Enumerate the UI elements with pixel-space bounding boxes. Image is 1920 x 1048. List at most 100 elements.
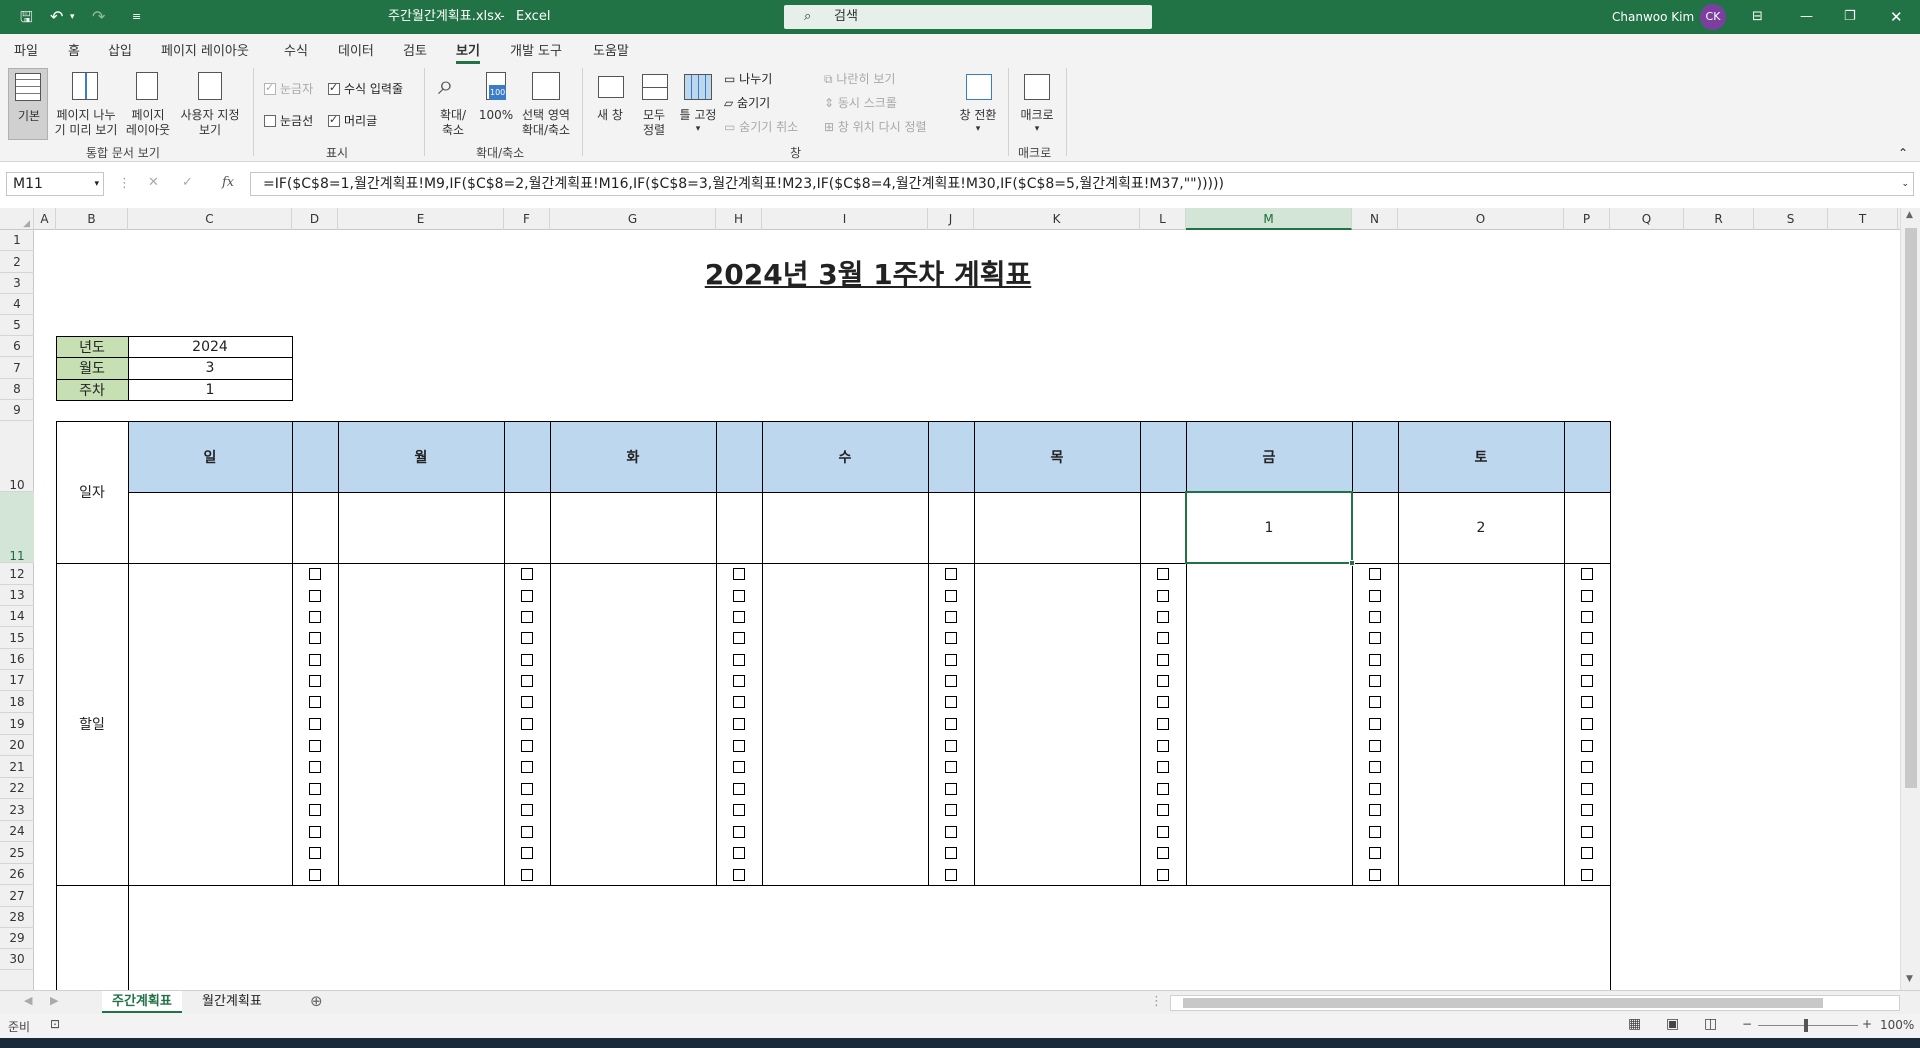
zoom-in-icon[interactable]: + [1862,1017,1872,1031]
minimize-icon[interactable]: — [1800,0,1813,34]
avatar[interactable]: CK [1700,4,1726,30]
tab-review[interactable]: 검토 [403,40,427,59]
zoom-out-icon[interactable]: − [1742,1017,1752,1031]
name-box-dropdown-icon[interactable]: ▾ [94,173,99,195]
hide-button[interactable]: ▱ 숨기기 [724,94,770,111]
column-header-K[interactable]: K [974,208,1140,230]
row-header-2[interactable]: 2 [0,251,34,273]
collapse-ribbon-icon[interactable]: ⌃ [1898,146,1908,160]
row-header-29[interactable]: 29 [0,928,34,949]
row-header-5[interactable]: 5 [0,315,34,336]
normal-view-status-icon[interactable]: ▦ [1628,1016,1641,1032]
ruler-checkbox[interactable]: 눈금자 [264,80,313,97]
cancel-icon[interactable]: ✕ [148,175,159,190]
column-header-C[interactable]: C [128,208,292,230]
zoom-slider[interactable] [1758,1025,1858,1026]
restore-icon[interactable]: ❐ [1844,0,1856,34]
selected-cell-M11[interactable] [1185,491,1353,564]
column-header-Q[interactable]: Q [1610,208,1684,230]
new-window-button[interactable]: 새 창 [590,68,630,140]
new-sheet-icon[interactable]: ⊕ [310,992,323,1010]
zoom-slider-thumb[interactable] [1804,1019,1808,1032]
row-header-20[interactable]: 20 [0,735,34,756]
scroll-up-icon[interactable]: ▲ [1906,210,1913,220]
column-header-A[interactable]: A [34,208,56,230]
accessibility-icon[interactable]: ⊡ [50,1017,60,1031]
row-header-13[interactable]: 13 [0,585,34,606]
tab-page-layout[interactable]: 페이지 레이아웃 [161,40,249,59]
zoom-100-button[interactable]: 100 100% [476,68,516,140]
row-header-27[interactable]: 27 [0,885,34,907]
user-name[interactable]: Chanwoo Kim [1612,0,1694,34]
split-button[interactable]: ▭ 나누기 [724,70,772,87]
column-header-M[interactable]: M [1186,208,1352,230]
freeze-panes-button[interactable]: 틀 고정 ▾ [676,68,720,140]
row-header-26[interactable]: 26 [0,864,34,885]
close-icon[interactable]: ✕ [1890,0,1903,34]
select-all-corner[interactable]: ◢ [0,208,34,230]
row-header-7[interactable]: 7 [0,357,34,379]
row-header-17[interactable]: 17 [0,670,34,691]
save-icon[interactable]: 🖫 [20,0,33,34]
column-header-N[interactable]: N [1352,208,1398,230]
column-header-D[interactable]: D [292,208,338,230]
page-layout-status-icon[interactable]: ▣ [1666,1016,1679,1032]
customize-qat-icon[interactable]: ≡ [132,0,141,34]
zoom-level[interactable]: 100% [1880,1018,1914,1032]
column-header-B[interactable]: B [56,208,128,230]
zoom-button[interactable]: ⌕ 확대/ 축소 [432,68,474,140]
enter-icon[interactable]: ✓ [182,175,193,190]
row-header-1[interactable]: 1 [0,230,34,251]
name-box[interactable]: M11 ▾ [6,172,104,196]
expand-formula-bar-icon[interactable]: ⌄ [1901,173,1909,195]
column-header-H[interactable]: H [716,208,762,230]
vertical-scrollbar[interactable]: ▲ ▼ [1900,208,1920,990]
arrange-all-button[interactable]: 모두 정렬 [634,68,674,140]
tab-file[interactable]: 파일 [14,40,38,59]
tab-splitter-icon[interactable]: ⋮ [1150,994,1163,1009]
row-header-4[interactable]: 4 [0,294,34,315]
tab-help[interactable]: 도움말 [593,40,629,59]
row-header-28[interactable]: 28 [0,907,34,928]
headings-checkbox[interactable]: 머리글 [328,112,377,129]
formula-input[interactable]: =IF($C$8=1,월간계획표!M9,IF($C$8=2,월간계획표!M16,… [250,172,1914,196]
custom-views-button[interactable]: 사용자 지정 보기 [176,68,244,140]
column-header-L[interactable]: L [1140,208,1186,230]
row-header-15[interactable]: 15 [0,627,34,649]
row-header-8[interactable]: 8 [0,379,34,400]
row-header-25[interactable]: 25 [0,842,34,864]
row-header-3[interactable]: 3 [0,273,34,294]
tab-data[interactable]: 데이터 [338,40,374,59]
ribbon-display-options-icon[interactable]: ⊟ [1752,0,1763,34]
row-header-22[interactable]: 22 [0,778,34,799]
row-header-21[interactable]: 21 [0,756,34,778]
column-header-O[interactable]: O [1398,208,1564,230]
scroll-down-icon[interactable]: ▼ [1906,974,1913,984]
row-header-30[interactable]: 30 [0,949,34,970]
zoom-to-selection-button[interactable]: 선택 영역 확대/축소 [518,68,574,140]
row-header-6[interactable]: 6 [0,336,34,357]
column-header-R[interactable]: R [1684,208,1754,230]
row-header-12[interactable]: 12 [0,563,34,585]
insert-function-icon[interactable]: fx [222,175,234,190]
row-header-18[interactable]: 18 [0,691,34,713]
reset-window-position-button[interactable]: ⊞ 창 위치 다시 정렬 [824,118,927,135]
worksheet-grid[interactable]: 2024년 3월 1주차 계획표 년도 2024 월도 3 주차 1 일 월 화 수 목 금 1 토 2 일자… [34,230,1900,990]
horizontal-scrollbar[interactable] [1170,995,1900,1011]
prev-sheet-icon[interactable]: ◀ [24,994,32,1007]
unhide-button[interactable]: ▭ 숨기기 취소 [724,118,798,135]
row-header-19[interactable]: 19 [0,713,34,735]
tab-formulas[interactable]: 수식 [284,40,308,59]
page-layout-view-button[interactable]: 페이지 레이아웃 [124,68,172,140]
column-header-T[interactable]: T [1828,208,1898,230]
gridlines-checkbox[interactable]: 눈금선 [264,112,313,129]
sync-scroll-button[interactable]: ⇕ 동시 스크롤 [824,94,897,111]
column-header-F[interactable]: F [504,208,550,230]
sheet-tab-weekly[interactable]: 주간계획표 [102,991,182,1013]
undo-icon[interactable]: ↶ [50,0,63,34]
undo-dropdown-icon[interactable]: ▾ [70,0,75,34]
sheet-tab-monthly[interactable]: 월간계획표 [192,991,272,1013]
tab-developer[interactable]: 개발 도구 [510,40,562,59]
search-box[interactable]: ⌕ 검색 [784,5,1152,29]
page-break-status-icon[interactable]: ◫ [1704,1016,1717,1032]
